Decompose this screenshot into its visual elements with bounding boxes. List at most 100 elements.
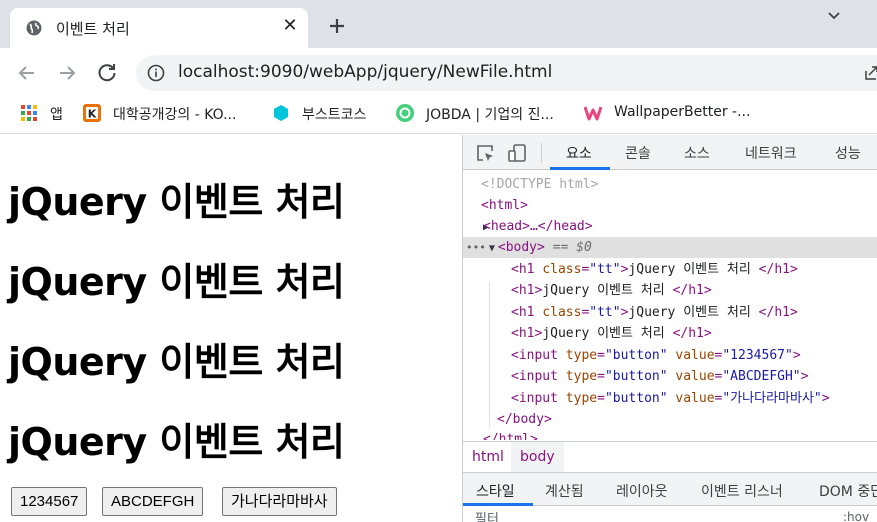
h1-tag-name: h1 <box>518 305 535 320</box>
h1-tag-name: h1 <box>518 283 535 298</box>
svg-text:K: K <box>88 108 97 121</box>
selected-node-marker: == $0 <box>544 240 592 255</box>
tab-title: 이벤트 처리 <box>56 20 130 38</box>
info-icon[interactable] <box>147 64 165 82</box>
tab-styles[interactable]: 스타일 <box>476 481 515 501</box>
toolbar-divider <box>541 143 542 163</box>
bookmark-jobda[interactable]: JOBDA | 기업의 진... <box>396 103 571 125</box>
h1-tag-name: h1 <box>518 326 535 341</box>
attr-value: "ABCDEFGH" <box>722 369 801 384</box>
dom-line-h1[interactable]: <h1 class="tt">jQuery 이벤트 처리 </h1> <box>463 302 877 323</box>
forward-icon[interactable] <box>55 61 79 85</box>
back-icon[interactable] <box>15 61 39 85</box>
attr-value: "button" <box>604 369 668 384</box>
address-bar[interactable]: localhost:9090/webApp/jquery/NewFile.htm… <box>136 55 877 91</box>
hover-state-toggle[interactable]: :hov <box>843 510 869 522</box>
bookmark-kocw[interactable]: K 대학공개강의 - KO... <box>83 103 258 125</box>
dom-line-input[interactable]: <input type="button" value="1234567"> <box>463 345 877 366</box>
device-toolbar-icon[interactable] <box>507 143 527 163</box>
dom-line-h1[interactable]: <h1>jQuery 이벤트 처리 </h1> <box>463 280 877 301</box>
inspect-element-icon[interactable] <box>475 143 495 163</box>
page-heading-tt: jQuery 이벤트 처리 <box>8 180 345 224</box>
page-heading: jQuery 이벤트 처리 <box>8 260 345 304</box>
page-heading: jQuery 이벤트 처리 <box>8 420 345 464</box>
dom-line-html-close[interactable]: </html> <box>463 429 877 440</box>
body-close-tag: </body> <box>497 412 552 427</box>
browser-tab[interactable]: 이벤트 처리 ✕ <box>10 8 308 48</box>
attr-value: "button" <box>604 348 668 363</box>
tab-elements[interactable]: 요소 <box>566 143 592 163</box>
attr-value: "tt" <box>589 262 621 277</box>
attr-value: "가나다라마바사" <box>722 391 822 406</box>
html-open-tag: <html> <box>481 198 528 213</box>
dom-line-html[interactable]: <html> <box>463 195 877 216</box>
expand-triangle-icon[interactable]: ▶ <box>463 217 489 238</box>
tab-layout[interactable]: 레이아웃 <box>616 481 668 501</box>
bookmark-apps[interactable]: 앱 <box>20 103 70 125</box>
button-1234567[interactable]: 1234567 <box>11 487 88 516</box>
tab-dom-breakpoints[interactable]: DOM 중단 <box>819 481 877 501</box>
reload-icon[interactable] <box>95 61 119 85</box>
share-icon[interactable] <box>864 65 877 81</box>
dom-line-input[interactable]: <input type="button" value="ABCDEFGH"> <box>463 366 877 387</box>
h1-text: jQuery 이벤트 처리 <box>628 262 759 277</box>
filter-input[interactable]: 필터 <box>475 508 499 522</box>
chevron-down-icon[interactable] <box>824 6 844 26</box>
bookmark-label: JOBDA | 기업의 진... <box>426 107 554 123</box>
tab-computed[interactable]: 계산됨 <box>545 481 584 501</box>
head-node: <head>…</head> <box>483 219 593 234</box>
url-text[interactable]: localhost:9090/webApp/jquery/NewFile.htm… <box>178 62 552 82</box>
dom-line-input[interactable]: <input type="button" value="가나다라마바사"> <box>463 388 877 409</box>
dom-tree: <!DOCTYPE html> <html> ▶<head>…</head> •… <box>463 170 877 440</box>
breadcrumb-body[interactable]: body <box>511 442 564 472</box>
body-open-tag: <body> <box>497 240 545 255</box>
dom-line-head[interactable]: ▶<head>…</head> <box>463 216 877 237</box>
tab-close-icon[interactable]: ✕ <box>280 16 300 36</box>
apps-grid-icon <box>21 105 37 121</box>
attr-name: class <box>542 262 582 277</box>
tab-network[interactable]: 네트워크 <box>745 143 797 163</box>
tab-performance[interactable]: 성능 <box>835 143 861 163</box>
bookmarks-bar: 앱 K 대학공개강의 - KO... 부스트코스 JOBDA | 기업의 진..… <box>0 98 877 134</box>
h1-text: jQuery 이벤트 처리 <box>542 283 673 298</box>
globe-icon <box>26 20 42 36</box>
attr-name: class <box>542 305 582 320</box>
tab-strip: 이벤트 처리 ✕ <box>0 0 877 48</box>
breadcrumb: html body <box>463 441 877 472</box>
h1-tag-name: h1 <box>518 262 535 277</box>
browser-toolbar: localhost:9090/webApp/jquery/NewFile.htm… <box>0 48 877 98</box>
dom-line-doctype[interactable]: <!DOCTYPE html> <box>463 174 877 195</box>
styles-filter[interactable]: 필터 :hov <box>463 506 877 522</box>
button-korean-letters[interactable]: 가나다라마바사 <box>222 487 337 516</box>
dom-line-body-close[interactable]: </body> <box>463 409 877 430</box>
page-viewport: jQuery 이벤트 처리 jQuery 이벤트 처리 jQuery 이벤트 처… <box>0 135 462 522</box>
bookmark-label: 앱 <box>50 107 63 123</box>
attr-value: "button" <box>604 391 668 406</box>
new-tab-icon[interactable] <box>325 14 349 38</box>
boostcourse-icon <box>274 105 288 121</box>
bookmark-boostcourse[interactable]: 부스트코스 <box>272 103 382 125</box>
doctype-node: <!DOCTYPE html> <box>481 177 599 192</box>
tab-console[interactable]: 콘솔 <box>625 143 651 163</box>
button-abcdefgh[interactable]: ABCDEFGH <box>102 487 204 516</box>
html-close-tag: </html> <box>483 432 538 440</box>
bookmark-label: 부스트코스 <box>302 107 367 123</box>
more-actions-icon[interactable]: ••• <box>463 241 486 254</box>
h1-text: jQuery 이벤트 처리 <box>542 326 673 341</box>
page-heading-tt: jQuery 이벤트 처리 <box>8 340 345 384</box>
dom-line-h1[interactable]: <h1>jQuery 이벤트 처리 </h1> <box>463 323 877 344</box>
breadcrumb-html[interactable]: html <box>463 442 513 472</box>
kocw-icon: K <box>83 104 101 122</box>
dom-line-h1[interactable]: <h1 class="tt">jQuery 이벤트 처리 </h1> <box>463 259 877 280</box>
devtools-tabbar: 요소 콘솔 소스 네트워크 성능 <box>463 135 877 170</box>
bookmark-label: 대학공개강의 - KO... <box>113 107 237 123</box>
collapse-triangle-icon[interactable]: ▼ <box>486 238 498 259</box>
jobda-icon <box>396 104 414 122</box>
bookmark-wallpaperbetter[interactable]: WallpaperBetter -... <box>584 103 764 125</box>
styles-tabbar: 스타일 계산됨 레이아웃 이벤트 리스너 DOM 중단 <box>463 472 877 506</box>
attr-value: "tt" <box>589 305 621 320</box>
tab-sources[interactable]: 소스 <box>684 143 710 163</box>
tab-event-listeners[interactable]: 이벤트 리스너 <box>701 481 783 501</box>
dom-line-body[interactable]: ••• ▼ <body> == $0 <box>463 237 877 258</box>
devtools-panel: 요소 콘솔 소스 네트워크 성능 <!DOCTYPE html> <html> … <box>462 135 877 522</box>
